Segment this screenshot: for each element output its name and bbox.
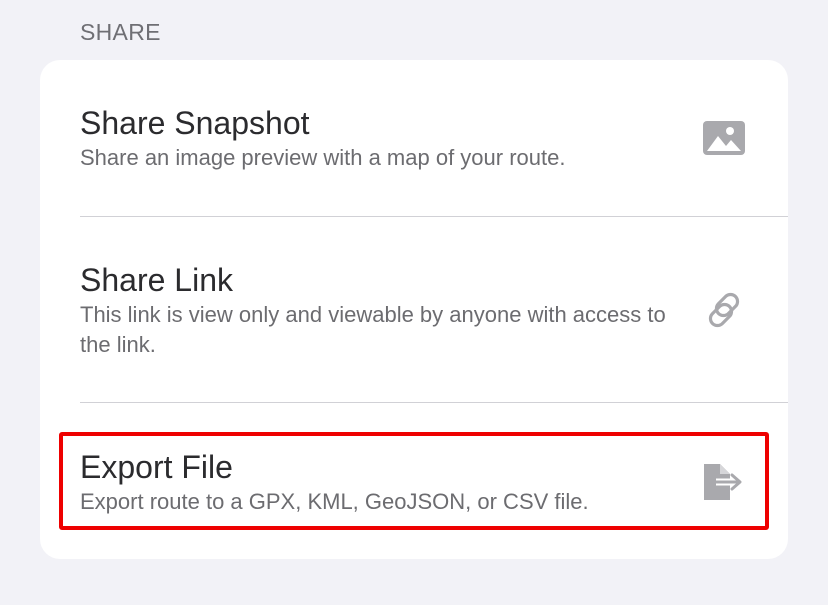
- share-link-row[interactable]: Share Link This link is view only and vi…: [40, 217, 788, 402]
- highlight-box: [59, 432, 769, 530]
- share-snapshot-description: Share an image preview with a map of you…: [80, 145, 566, 170]
- share-link-description: This link is view only and viewable by a…: [80, 302, 666, 357]
- photo-icon: [700, 114, 748, 162]
- share-snapshot-title: Share Snapshot: [80, 105, 310, 141]
- link-icon: [700, 286, 748, 334]
- share-link-title: Share Link: [80, 262, 233, 298]
- share-snapshot-row[interactable]: Share Snapshot Share an image preview wi…: [40, 60, 788, 216]
- share-section-header: SHARE: [80, 19, 161, 45]
